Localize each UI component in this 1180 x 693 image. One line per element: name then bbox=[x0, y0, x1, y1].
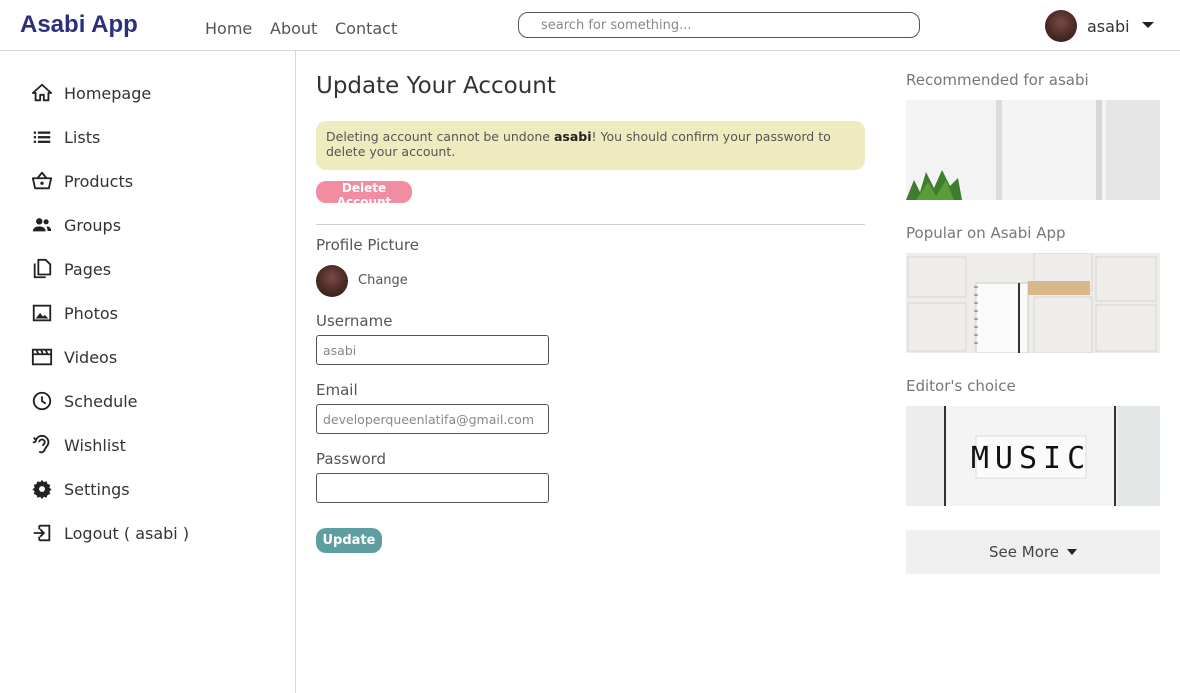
brand-logo[interactable]: Asabi App bbox=[20, 11, 138, 39]
delete-account-button[interactable]: Delete Account bbox=[316, 181, 412, 209]
main-content: Update Your Account Deleting account can… bbox=[296, 51, 886, 693]
sidebar: Homepage Lists Products Groups Pages Pho… bbox=[0, 51, 296, 693]
nav-link-home[interactable]: Home bbox=[205, 19, 252, 38]
sidebar-item-label: Photos bbox=[64, 303, 118, 323]
groups-icon bbox=[30, 213, 54, 237]
video-icon bbox=[30, 345, 54, 369]
sidebar-item-logout[interactable]: Logout ( asabi ) bbox=[30, 519, 189, 547]
see-more-button[interactable]: See More bbox=[906, 530, 1160, 574]
popular-image[interactable] bbox=[906, 253, 1160, 353]
popular-title: Popular on Asabi App bbox=[906, 224, 1066, 242]
email-label: Email bbox=[316, 381, 358, 399]
music-lightbox-image: MUSIC bbox=[906, 406, 1160, 506]
logout-icon bbox=[30, 521, 54, 545]
sidebar-item-label: Pages bbox=[64, 259, 112, 279]
sidebar-item-photos[interactable]: Photos bbox=[30, 299, 118, 327]
music-sign-text: MUSIC bbox=[971, 441, 1091, 476]
sidebar-item-pages[interactable]: Pages bbox=[30, 255, 111, 283]
username-label: Username bbox=[316, 312, 393, 330]
password-field[interactable] bbox=[316, 473, 549, 503]
notebooks-image bbox=[906, 253, 1160, 353]
pages-icon bbox=[30, 257, 54, 281]
sidebar-item-groups[interactable]: Groups bbox=[30, 211, 121, 239]
list-icon bbox=[30, 125, 54, 149]
sidebar-item-schedule[interactable]: Schedule bbox=[30, 387, 138, 415]
editors-choice-image[interactable]: MUSIC bbox=[906, 406, 1160, 506]
page-title: Update Your Account bbox=[316, 73, 556, 99]
sidebar-item-label: Logout ( asabi ) bbox=[64, 523, 190, 543]
warning-alert: Deleting account cannot be undone asabi!… bbox=[316, 121, 865, 170]
sidebar-item-label: Schedule bbox=[64, 391, 138, 411]
email-field[interactable] bbox=[316, 404, 549, 434]
update-button[interactable]: Update bbox=[316, 528, 382, 553]
sidebar-item-label: Groups bbox=[64, 215, 122, 235]
alert-username: asabi bbox=[553, 129, 592, 144]
nav-link-about[interactable]: About bbox=[270, 19, 317, 38]
user-name[interactable]: asabi bbox=[1087, 17, 1130, 36]
username-field[interactable] bbox=[316, 335, 549, 365]
password-label: Password bbox=[316, 450, 387, 468]
sidebar-item-videos[interactable]: Videos bbox=[30, 343, 117, 371]
profile-avatar bbox=[316, 265, 348, 297]
divider bbox=[316, 224, 865, 225]
sidebar-item-label: Products bbox=[64, 171, 134, 191]
sidebar-item-homepage[interactable]: Homepage bbox=[30, 79, 151, 107]
sidebar-item-wishlist[interactable]: Wishlist bbox=[30, 431, 126, 459]
user-menu-caret-icon[interactable] bbox=[1142, 22, 1154, 28]
profile-picture-label: Profile Picture bbox=[316, 236, 419, 254]
plant-image bbox=[906, 100, 1160, 200]
clock-icon bbox=[30, 389, 54, 413]
alert-text-prefix: Deleting account cannot be undone bbox=[326, 129, 554, 144]
sidebar-item-settings[interactable]: Settings bbox=[30, 475, 130, 503]
nav-link-contact[interactable]: Contact bbox=[335, 19, 397, 38]
editors-choice-title: Editor's choice bbox=[906, 377, 1016, 395]
hearing-icon bbox=[30, 433, 54, 457]
see-more-label: See More bbox=[989, 543, 1059, 561]
gear-icon bbox=[30, 477, 54, 501]
home-icon bbox=[30, 81, 54, 105]
sidebar-item-label: Homepage bbox=[64, 83, 152, 103]
basket-icon bbox=[30, 169, 54, 193]
recommended-image[interactable] bbox=[906, 100, 1160, 200]
sidebar-item-products[interactable]: Products bbox=[30, 167, 133, 195]
sidebar-item-lists[interactable]: Lists bbox=[30, 123, 100, 151]
recommended-title: Recommended for asabi bbox=[906, 71, 1089, 89]
top-navbar: Asabi App Home About Contact asabi bbox=[0, 0, 1180, 51]
chevron-down-icon bbox=[1066, 549, 1077, 555]
photo-icon bbox=[30, 301, 54, 325]
sidebar-item-label: Settings bbox=[64, 479, 130, 499]
right-panel: Recommended for asabi Popular on Asabi A… bbox=[886, 51, 1180, 693]
sidebar-item-label: Wishlist bbox=[64, 435, 126, 455]
search-input[interactable] bbox=[518, 12, 920, 38]
sidebar-item-label: Lists bbox=[64, 127, 101, 147]
change-picture-link[interactable]: Change bbox=[358, 273, 408, 288]
avatar[interactable] bbox=[1045, 10, 1077, 42]
sidebar-item-label: Videos bbox=[64, 347, 118, 367]
